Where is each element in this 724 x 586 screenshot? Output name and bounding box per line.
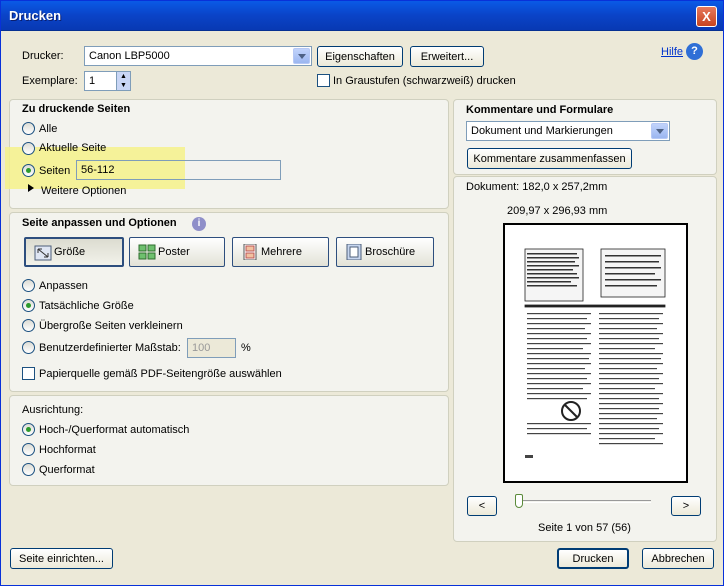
close-button[interactable]: X	[696, 6, 717, 27]
printer-value: Canon LBP5000	[89, 50, 170, 62]
poster-button-label: Poster	[158, 246, 190, 258]
booklet-icon	[346, 244, 362, 260]
radio-pages-label: Seiten	[39, 165, 71, 177]
radio-actual-size-label: Tatsächliche Größe	[39, 300, 134, 312]
comments-title: Kommentare und Formulare	[466, 104, 614, 116]
triangle-right-icon[interactable]	[28, 184, 34, 192]
radio-all-label: Alle	[39, 123, 58, 135]
document-size: Dokument: 182,0 x 257,2mm	[466, 181, 608, 193]
size-button-label: Größe	[54, 246, 86, 258]
printer-select[interactable]: Canon LBP5000	[84, 46, 312, 66]
multiple-button-label: Mehrere	[261, 246, 302, 258]
comments-select[interactable]: Dokument und Markierungen	[466, 121, 670, 141]
prev-page-button[interactable]: <	[467, 496, 497, 516]
page-slider[interactable]	[517, 500, 651, 503]
copies-value: 1	[89, 75, 96, 87]
booklet-button[interactable]: Broschüre	[336, 237, 434, 267]
chevron-down-icon[interactable]	[293, 48, 310, 64]
pages-section-title: Zu druckende Seiten	[22, 103, 131, 115]
pages-range-input[interactable]: 56-112	[76, 160, 281, 180]
next-page-button[interactable]: >	[671, 496, 701, 516]
radio-actual-size[interactable]	[22, 299, 35, 312]
comments-select-value: Dokument und Markierungen	[471, 125, 613, 137]
radio-shrink-oversized-label: Übergroße Seiten verkleinern	[39, 320, 183, 332]
radio-landscape-label: Querformat	[39, 464, 95, 476]
radio-landscape[interactable]	[22, 463, 35, 476]
multiple-button[interactable]: Mehrere	[232, 237, 329, 267]
radio-fit[interactable]	[22, 279, 35, 292]
grayscale-label: In Graustufen (schwarzweiß) drucken	[333, 75, 516, 87]
copies-stepper[interactable]: ▲ ▼	[116, 72, 130, 90]
print-button[interactable]: Drucken	[557, 548, 629, 569]
radio-portrait-label: Hochformat	[39, 444, 96, 456]
grayscale-checkbox[interactable]	[317, 74, 330, 87]
paper-size: 209,97 x 296,93 mm	[507, 205, 608, 217]
paper-source-checkbox[interactable]	[22, 367, 35, 380]
radio-portrait[interactable]	[22, 443, 35, 456]
custom-scale-value: 100	[192, 342, 211, 354]
info-icon[interactable]: i	[192, 217, 206, 231]
copies-label: Exemplare:	[22, 75, 78, 87]
paper-source-label: Papierquelle gemäß PDF-Seitengröße auswä…	[39, 368, 282, 380]
page-thumbnail	[521, 243, 669, 465]
fit-section-title: Seite anpassen und Optionen	[22, 217, 177, 229]
radio-shrink-oversized[interactable]	[22, 319, 35, 332]
multiple-pages-icon	[243, 244, 257, 260]
pages-range-value: 56-112	[81, 164, 115, 176]
radio-pages[interactable]	[22, 164, 35, 177]
scale-unit: %	[241, 342, 251, 354]
booklet-button-label: Broschüre	[365, 246, 416, 258]
radio-custom-scale-label: Benutzerdefinierter Maßstab:	[39, 342, 181, 354]
radio-all[interactable]	[22, 122, 35, 135]
summarize-comments-button[interactable]: Kommentare zusammenfassen	[467, 148, 632, 169]
window-title: Drucken	[9, 8, 62, 23]
radio-current-page[interactable]	[22, 142, 35, 155]
radio-fit-label: Anpassen	[39, 280, 88, 292]
poster-icon	[138, 244, 156, 260]
properties-button[interactable]: Eigenschaften	[317, 46, 403, 67]
size-icon	[34, 245, 52, 261]
custom-scale-input[interactable]: 100	[187, 338, 236, 358]
chevron-down-icon[interactable]	[651, 123, 668, 139]
radio-auto-orientation[interactable]	[22, 423, 35, 436]
orientation-title: Ausrichtung:	[22, 404, 84, 416]
page-slider-thumb[interactable]	[515, 494, 523, 508]
print-dialog: Drucken X Drucker: Canon LBP5000 Eigensc…	[0, 0, 724, 586]
page-setup-button[interactable]: Seite einrichten...	[10, 548, 113, 569]
help-icon[interactable]: ?	[686, 43, 703, 60]
radio-auto-orientation-label: Hoch-/Querformat automatisch	[39, 424, 190, 436]
size-button[interactable]: Größe	[24, 237, 124, 267]
page-info: Seite 1 von 57 (56)	[538, 522, 631, 534]
cancel-button[interactable]: Abbrechen	[642, 548, 714, 569]
help-link[interactable]: Hilfe	[661, 46, 683, 58]
page-preview	[503, 223, 688, 483]
radio-custom-scale[interactable]	[22, 341, 35, 354]
titlebar[interactable]: Drucken X	[1, 1, 723, 31]
printer-label: Drucker:	[22, 50, 64, 62]
advanced-button[interactable]: Erweitert...	[410, 46, 484, 67]
radio-current-page-label: Aktuelle Seite	[39, 142, 107, 154]
poster-button[interactable]: Poster	[129, 237, 225, 267]
more-options-toggle[interactable]: Weitere Optionen	[41, 185, 126, 197]
